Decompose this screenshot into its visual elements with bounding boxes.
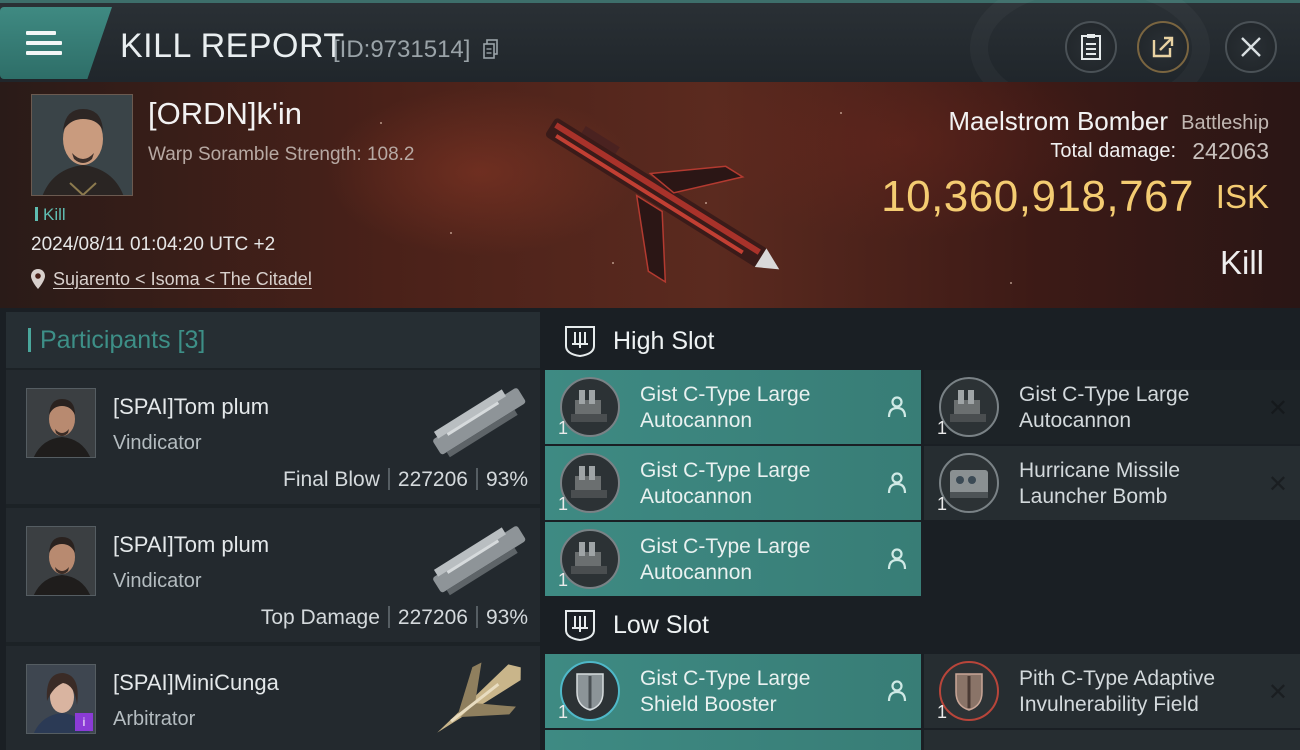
menu-button[interactable]	[0, 7, 112, 79]
module-name: Hurricane Missile Launcher Bomb	[1019, 459, 1181, 508]
scramble-strength: Warp Soramble Strength: 108.2	[148, 144, 415, 165]
user-icon	[887, 396, 907, 418]
participants-panel: Participants [3] [SPAI]Tom plum Vindicat…	[6, 312, 540, 750]
participant-ship: Vindicator	[113, 570, 202, 592]
clipboard-button[interactable]	[1065, 21, 1117, 73]
pilot-portrait-icon	[27, 527, 95, 595]
victim-ship-image[interactable]	[520, 96, 800, 296]
participant-ship-image	[433, 526, 526, 596]
pilot-portrait-icon	[32, 95, 132, 195]
victim-ship-name[interactable]: Maelstrom Bomber	[948, 106, 1168, 137]
module-quantity: 1	[937, 418, 948, 438]
share-icon	[1152, 36, 1174, 58]
result-label: Kill	[1219, 244, 1264, 281]
pilot-portrait-icon	[27, 389, 95, 457]
participant-ship-image	[437, 662, 521, 733]
participant-ship-image	[433, 388, 526, 458]
copy-icon[interactable]	[483, 39, 499, 59]
participant-stats: Final Blow 227206 93%	[283, 468, 528, 492]
low-slot-title: Low Slot	[613, 611, 709, 639]
close-icon	[1241, 37, 1261, 57]
high-slot-title: High Slot	[613, 327, 715, 355]
module-slot[interactable]: 1 Gist C-Type Large Autocannon	[545, 446, 921, 520]
module-slot[interactable]: 1 Hurricane Missile Launcher Bomb ✕	[924, 446, 1300, 520]
participant-ship: Vindicator	[113, 432, 202, 454]
participant-ship: Arbitrator	[113, 708, 196, 730]
module-slot[interactable]: 1 Gist C-Type Large Autocannon	[545, 522, 921, 596]
participant-name[interactable]: [SPAI]Tom plum	[113, 532, 269, 558]
victim-avatar[interactable]	[31, 94, 133, 196]
module-quantity: 1	[558, 570, 569, 590]
participant-role: Final Blow	[283, 468, 380, 491]
total-damage-label: Total damage:	[1050, 140, 1176, 162]
victim-banner: [ORDN]k'in Warp Soramble Strength: 108.2…	[0, 82, 1300, 308]
module-slot-partial[interactable]	[545, 730, 921, 750]
high-slot-header: High Slot	[545, 312, 1300, 370]
module-name: Gist C-Type Large Shield Booster	[640, 667, 811, 716]
participant-row[interactable]: i [SPAI]MiniCunga Arbitrator	[6, 646, 540, 750]
participant-damage: 227206	[397, 606, 468, 629]
module-slot[interactable]: 1 Gist C-Type Large Autocannon ✕	[924, 370, 1300, 444]
participant-role: Top Damage	[260, 606, 380, 629]
destroyed-x-icon: ✕	[1267, 471, 1288, 498]
share-button[interactable]	[1137, 21, 1189, 73]
destroyed-x-icon: ✕	[1267, 679, 1288, 706]
victim-ship-class: Battleship	[1181, 112, 1269, 134]
page-title: KILL REPORT	[120, 27, 345, 65]
info-badge: i	[75, 713, 93, 731]
module-slot[interactable]: 1 Gist C-Type Large Shield Booster	[545, 654, 921, 728]
participant-damage: 227206	[397, 468, 468, 491]
kill-tag: Kill	[35, 205, 66, 225]
module-slot-partial[interactable]	[924, 730, 1300, 750]
kill-id: [ID:9731514]	[333, 36, 471, 63]
clipboard-icon	[1081, 34, 1101, 60]
module-name: Gist C-Type Large Autocannon	[640, 535, 811, 584]
victim-name[interactable]: [ORDN]k'in	[148, 96, 302, 132]
participant-percent: 93%	[485, 468, 528, 491]
participant-row[interactable]: [SPAI]Tom plum Vindicator Final Blow 2272…	[6, 370, 540, 504]
kill-datetime: 2024/08/11 01:04:20 UTC +2	[31, 234, 276, 255]
module-name: Gist C-Type Large Autocannon	[640, 459, 811, 508]
module-name: Gist C-Type Large Autocannon	[1019, 383, 1190, 432]
user-icon	[887, 680, 907, 702]
location-link[interactable]: Sujarento < Isoma < The Citadel	[53, 269, 312, 290]
participant-percent: 93%	[485, 606, 528, 629]
participant-name[interactable]: [SPAI]Tom plum	[113, 394, 269, 420]
module-quantity: 1	[558, 702, 569, 722]
avatar[interactable]	[26, 526, 96, 596]
total-damage-value: 242063	[1192, 138, 1269, 164]
module-slot[interactable]: 1 Pith C-Type Adaptive Invulnerability F…	[924, 654, 1300, 728]
participants-title: Participants [3]	[40, 326, 206, 354]
user-icon	[887, 472, 907, 494]
close-button[interactable]	[1225, 21, 1277, 73]
user-icon	[887, 548, 907, 570]
isk-unit: ISK	[1215, 178, 1269, 215]
low-slot-icon	[565, 610, 595, 642]
module-name: Gist C-Type Large Autocannon	[640, 383, 811, 432]
participant-name[interactable]: [SPAI]MiniCunga	[113, 670, 279, 696]
module-quantity: 1	[558, 418, 569, 438]
avatar[interactable]: i	[26, 664, 96, 734]
isk-value: 10,360,918,767	[881, 172, 1194, 221]
destroyed-x-icon: ✕	[1267, 395, 1288, 422]
module-quantity: 1	[558, 494, 569, 514]
avatar[interactable]	[26, 388, 96, 458]
module-quantity: 1	[937, 702, 948, 722]
participant-stats: Top Damage 227206 93%	[261, 606, 528, 630]
menu-icon	[26, 31, 62, 59]
participants-header: Participants [3]	[6, 312, 540, 368]
module-name: Pith C-Type Adaptive Invulnerability Fie…	[1019, 667, 1216, 716]
high-slot-icon	[565, 326, 595, 358]
participant-row[interactable]: [SPAI]Tom plum Vindicator Top Damage 2272…	[6, 508, 540, 642]
module-quantity: 1	[937, 494, 948, 514]
header-bar: KILL REPORT [ID:9731514]	[0, 0, 1300, 82]
module-slot[interactable]: 1 Gist C-Type Large Autocannon	[545, 370, 921, 444]
low-slot-header: Low Slot	[545, 596, 1300, 654]
location-pin-icon	[31, 269, 45, 289]
